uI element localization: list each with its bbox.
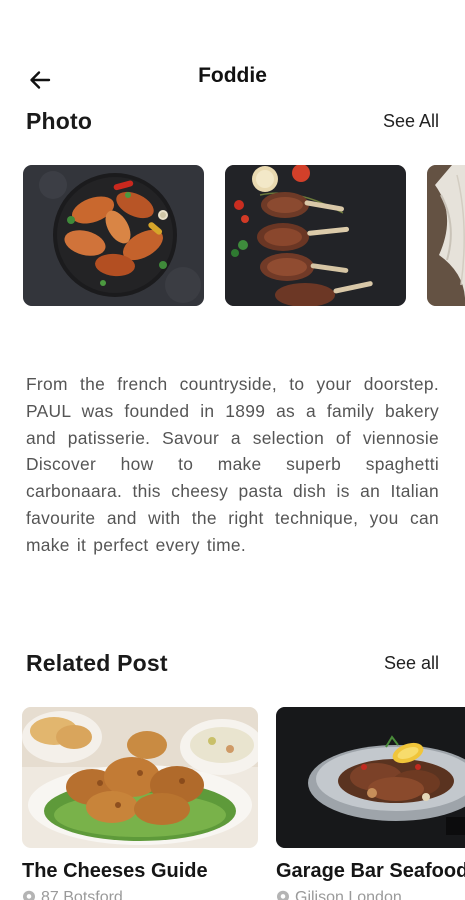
- photo-carousel[interactable]: [23, 165, 465, 307]
- post-location: 87 Botsford: [22, 889, 258, 900]
- description-text: From the french countryside, to your doo…: [26, 374, 439, 555]
- photo-section-title: Photo: [26, 108, 93, 134]
- post-location-text: 87 Botsford: [41, 889, 123, 900]
- related-see-all-link[interactable]: See all: [384, 653, 439, 674]
- post-title: Garage Bar Seafood: [276, 860, 465, 882]
- post-image: [276, 707, 465, 848]
- related-post-card[interactable]: Garage Bar Seafood Gilison London: [276, 707, 465, 900]
- chicken-wings-photo: [23, 165, 204, 306]
- seafood-dish-photo: [276, 707, 465, 848]
- photo-card[interactable]: [225, 165, 406, 306]
- post-image: [22, 707, 258, 848]
- fried-chicken-photo: [22, 707, 258, 848]
- post-location-text: Gilison London: [295, 889, 402, 900]
- photo-section-header: Photo See All: [26, 108, 439, 135]
- photo-see-all-link[interactable]: See All: [383, 111, 439, 132]
- location-pin-icon: [277, 890, 289, 900]
- page-title: Foddie: [198, 64, 267, 87]
- post-location: Gilison London: [276, 889, 465, 900]
- napkin-board-photo: [427, 165, 465, 306]
- related-posts-carousel[interactable]: The Cheeses Guide 87 Botsford Garage Bar…: [22, 707, 465, 900]
- post-title: The Cheeses Guide: [22, 860, 208, 882]
- related-post-card[interactable]: The Cheeses Guide 87 Botsford: [22, 707, 258, 900]
- app-header: Foddie: [0, 58, 465, 98]
- photo-card[interactable]: [427, 165, 465, 306]
- location-pin-icon: [23, 890, 35, 900]
- related-section-title: Related Post: [26, 650, 168, 676]
- related-section-header: Related Post See all: [26, 650, 439, 677]
- lamb-chops-photo: [225, 165, 406, 306]
- photo-card[interactable]: [23, 165, 204, 306]
